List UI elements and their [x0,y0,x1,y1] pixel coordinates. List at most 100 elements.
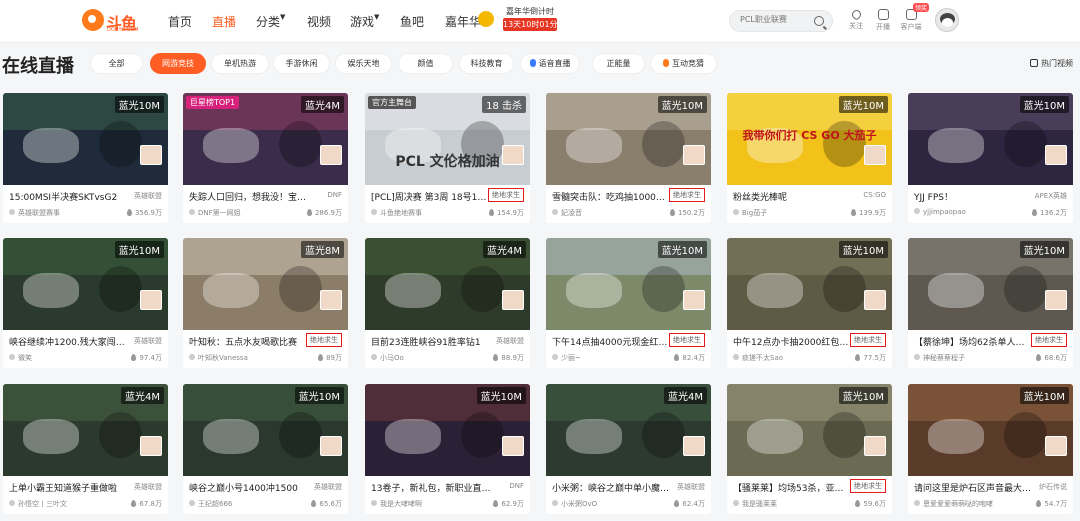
streamer-name[interactable]: 英雄联盟赛事 [9,208,109,218]
live-room-card[interactable]: 蓝光4M 上单小霸王知道猴子重做啦 英雄联盟 孙悟空丨三叶文 67.8万 [3,384,168,514]
filter-chip-beauty[interactable]: 颜值 [398,53,453,74]
game-category-tag[interactable]: 英雄联盟 [134,482,162,492]
live-room-card[interactable]: 蓝光10M YJJ FPS！ APEX英雄 yjjimpaopao 136.2万 [908,93,1073,223]
live-room-card[interactable]: 蓝光10M 雪髓突击队：吃鸡抽1000… 绝地求生 妃凌音 150.2万 [546,93,711,223]
room-title[interactable]: 粉丝类光棒呢 [733,190,853,203]
nav-video[interactable]: 视频 [307,13,331,30]
streamer-name[interactable]: 小马Oo [371,353,471,363]
game-category-tag[interactable]: 绝地求生 [850,479,886,493]
live-room-card[interactable]: 巨星榜TOP1 蓝光4M 失踪人口回归，想我没！宝藏… DNF DNF第一网姐 286.9… [183,93,348,223]
nav-yuba[interactable]: 鱼吧 [400,13,424,30]
streamer-name[interactable]: 我是大哮哮啊 [371,499,471,509]
start-broadcast-button[interactable]: 开播 [871,9,895,32]
game-category-tag[interactable]: 英雄联盟 [314,482,342,492]
game-category-tag[interactable]: DNF [327,191,342,199]
carnival-countdown[interactable]: 嘉年华倒计时 13天10时01分 [503,6,558,31]
game-category-tag[interactable]: 炉石传说 [1039,482,1067,492]
filter-chip-interactive-quiz[interactable]: 互动竞猜 [650,53,717,74]
live-room-card[interactable]: 蓝光10M 请问这里是炉石区声音最大… 炉石传说 恩爱爱爱萌萌哒的咆哮 54.7万 [908,384,1073,514]
game-category-tag[interactable]: 英雄联盟 [134,191,162,201]
streamer-name[interactable]: 叶知秋Vanessa [189,353,289,363]
game-category-tag[interactable]: 绝地求生 [669,333,705,347]
room-title[interactable]: 小米粥：峡谷之巅中单小魔… [552,481,672,494]
user-avatar[interactable] [935,8,959,32]
live-room-card[interactable]: 蓝光10M 【蔡徐坤】场均62杀单人… 绝地求生 神秘蔡蔡程子 68.6万 [908,238,1073,368]
stream-thumbnail[interactable]: 蓝光10M [3,238,168,330]
stream-thumbnail[interactable]: 蓝光10M [908,93,1073,185]
filter-chip-online-games[interactable]: 网游竞技 [150,53,206,74]
streamer-name[interactable]: 孙悟空丨三叶文 [9,499,109,509]
room-title[interactable]: 请问这里是炉石区声音最大… [914,481,1034,494]
live-room-card[interactable]: 蓝光8M 叶知秋：五点水友喝歌比赛 绝地求生 叶知秋Vanessa 89万 [183,238,348,368]
filter-chip-positive-energy[interactable]: 正能量 [592,53,645,74]
stream-thumbnail[interactable]: 蓝光10M [546,93,711,185]
streamer-name[interactable]: 妃凌音 [552,208,652,218]
stream-thumbnail[interactable]: 蓝光10M [365,384,530,476]
nav-category[interactable]: 分类▼ [256,13,285,30]
stream-thumbnail[interactable]: 我带你们打 CS GO 大茄子 蓝光10M [727,93,892,185]
streamer-name[interactable]: DNF第一网姐 [189,208,289,218]
room-title[interactable]: 下午14点抽4000元现金红… [552,335,672,348]
game-category-tag[interactable]: 英雄联盟 [496,336,524,346]
hot-video-link[interactable]: 热门视频 [1030,58,1073,69]
douyu-logo[interactable]: 斗鱼 DOUYU.COM [82,9,144,33]
room-title[interactable]: 15:00MSI半决赛SKTvsG2 [9,190,129,203]
search-box[interactable] [729,10,833,32]
room-title[interactable]: 失踪人口回归，想我没！宝藏… [189,190,309,203]
game-category-tag[interactable]: 英雄联盟 [677,482,705,492]
room-title[interactable]: 【骚莱莱】均场53杀，亚… [733,481,853,494]
live-room-card[interactable]: 蓝光10M 下午14点抽4000元现金红… 绝地求生 少丽~ 82.4万 [546,238,711,368]
streamer-name[interactable]: 神秘蔡蔡程子 [914,353,1014,363]
stream-thumbnail[interactable]: 官方主舞台 PCL 文伦格加油 18 击杀 [365,93,530,185]
streamer-name[interactable]: 小米粥OvO [552,499,652,509]
stream-thumbnail[interactable]: 巨星榜TOP1 蓝光4M [183,93,348,185]
stream-thumbnail[interactable]: 蓝光8M [183,238,348,330]
live-room-card[interactable]: 蓝光10M 13卷子，新礼包，新职业直升… DNF 我是大哮哮啊 62.9万 [365,384,530,514]
stream-thumbnail[interactable]: 蓝光10M [908,238,1073,330]
stream-thumbnail[interactable]: 蓝光4M [546,384,711,476]
game-category-tag[interactable]: 绝地求生 [850,333,886,347]
live-room-card[interactable]: 蓝光10M 峡谷之巅小号1400冲1500 英雄联盟 王纪超666 65.6万 [183,384,348,514]
nav-home[interactable]: 首页 [168,13,192,30]
client-download-button[interactable]: 领奖 客户端 [899,3,929,32]
game-category-tag[interactable]: CS:GO [863,191,886,199]
streamer-name[interactable]: 斗鱼绝地赛事 [371,208,471,218]
streamer-name[interactable]: Big茄子 [733,208,833,218]
game-category-tag[interactable]: 绝地求生 [1031,333,1067,347]
stream-thumbnail[interactable]: 蓝光10M [3,93,168,185]
live-room-card[interactable]: 官方主舞台 PCL 文伦格加油 18 击杀 [PCL]周决赛 第3周 18号18… 绝地… [365,93,530,223]
follow-button[interactable]: 关注 [844,8,868,31]
room-title[interactable]: 上单小霸王知道猴子重做啦 [9,481,129,494]
stream-thumbnail[interactable]: 蓝光10M [546,238,711,330]
nav-carnival[interactable]: 嘉年华 [445,13,481,30]
nav-game[interactable]: 游戏▼ [350,13,379,30]
live-room-card[interactable]: 蓝光10M 【骚莱莱】均场53杀，亚… 绝地求生 我是骚莱莱 59.6万 [727,384,892,514]
room-title[interactable]: 目前23连胜峡谷91胜率钻1 [371,335,491,348]
stream-thumbnail[interactable]: 蓝光10M [727,384,892,476]
game-category-tag[interactable]: 英雄联盟 [134,336,162,346]
room-title[interactable]: 叶知秋：五点水友喝歌比赛 [189,335,309,348]
stream-thumbnail[interactable]: 蓝光10M [183,384,348,476]
game-category-tag[interactable]: 绝地求生 [488,188,524,202]
room-title[interactable]: 13卷子，新礼包，新职业直升… [371,481,491,494]
live-room-card[interactable]: 蓝光4M 小米粥：峡谷之巅中单小魔… 英雄联盟 小米粥OvO 62.4万 [546,384,711,514]
room-title[interactable]: 雪髓突击队：吃鸡抽1000… [552,190,672,203]
stream-thumbnail[interactable]: 蓝光4M [3,384,168,476]
streamer-name[interactable]: 我是骚莱莱 [733,499,833,509]
stream-thumbnail[interactable]: 蓝光10M [727,238,892,330]
filter-chip-entertainment[interactable]: 娱乐天地 [335,53,392,74]
room-title[interactable]: 峡谷之巅小号1400冲1500 [189,481,309,494]
streamer-name[interactable]: 少丽~ [552,353,652,363]
streamer-name[interactable]: 恩爱爱爱萌萌哒的咆哮 [914,499,1014,509]
live-room-card[interactable]: 蓝光4M 目前23连胜峡谷91胜率钻1 英雄联盟 小马Oo 88.9万 [365,238,530,368]
room-title[interactable]: 【蔡徐坤】场均62杀单人… [914,335,1034,348]
room-title[interactable]: [PCL]周决赛 第3周 18号18… [371,190,491,203]
room-title[interactable]: 中午12点办卡抽2000红包… [733,335,853,348]
stream-thumbnail[interactable]: 蓝光4M [365,238,530,330]
stream-thumbnail[interactable]: 蓝光10M [908,384,1073,476]
game-category-tag[interactable]: 绝地求生 [306,333,342,347]
streamer-name[interactable]: 痰搓不太Sao [733,353,833,363]
game-category-tag[interactable]: DNF [509,482,524,490]
filter-chip-mobile-games[interactable]: 手游休闲 [273,53,330,74]
live-room-card[interactable]: 蓝光10M 中午12点办卡抽2000红包… 绝地求生 痰搓不太Sao 77.5万 [727,238,892,368]
